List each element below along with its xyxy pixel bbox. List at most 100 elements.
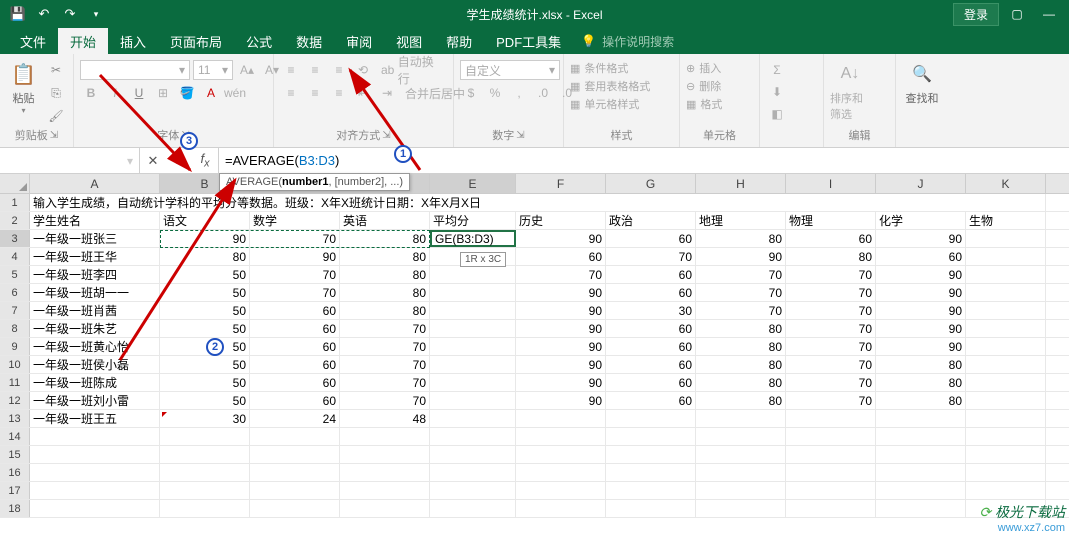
cell[interactable] (966, 338, 1046, 355)
tab-data[interactable]: 数据 (284, 28, 334, 54)
align-launcher-icon[interactable]: ⇲ (382, 130, 390, 141)
cell[interactable]: 60 (250, 356, 340, 373)
find-select-button[interactable]: 🔍 查找和 (902, 60, 942, 106)
cell[interactable] (160, 428, 250, 445)
cell[interactable]: 物理 (786, 212, 876, 229)
cut-icon[interactable]: ✂ (45, 60, 67, 80)
cell[interactable] (430, 266, 516, 283)
cell[interactable] (966, 320, 1046, 337)
enter-formula-icon[interactable]: ✓ (166, 153, 192, 169)
cell[interactable] (696, 482, 786, 499)
select-all-button[interactable] (0, 174, 30, 193)
cell[interactable]: 70 (786, 266, 876, 283)
number-launcher-icon[interactable]: ⇲ (516, 130, 524, 141)
row-header[interactable]: 2 (0, 212, 30, 229)
cell[interactable] (786, 482, 876, 499)
cell[interactable]: 60 (250, 392, 340, 409)
tell-me[interactable]: 💡 操作说明搜索 (581, 28, 674, 54)
row-header[interactable]: 7 (0, 302, 30, 319)
cell[interactable] (430, 320, 516, 337)
cell[interactable]: 60 (516, 248, 606, 265)
cell[interactable]: 70 (786, 338, 876, 355)
cell[interactable]: 英语 (340, 212, 430, 229)
tab-help[interactable]: 帮助 (434, 28, 484, 54)
cell[interactable]: 70 (786, 356, 876, 373)
cell[interactable]: 24 (250, 410, 340, 427)
cell[interactable] (876, 482, 966, 499)
cell[interactable] (966, 230, 1046, 247)
row-header[interactable]: 4 (0, 248, 30, 265)
cell[interactable]: 一年级一班侯小磊 (30, 356, 160, 373)
paste-button[interactable]: 📋 粘贴 ▾ (6, 60, 41, 115)
cell[interactable]: 70 (250, 284, 340, 301)
column-header[interactable]: F (516, 174, 606, 193)
cell[interactable] (966, 464, 1046, 481)
cell[interactable] (786, 500, 876, 517)
cell[interactable] (30, 482, 160, 499)
cell[interactable]: 90 (516, 356, 606, 373)
cell[interactable]: 60 (250, 320, 340, 337)
cell[interactable]: 50 (160, 284, 250, 301)
cell[interactable] (966, 410, 1046, 427)
cell[interactable] (30, 464, 160, 481)
cell[interactable]: 80 (696, 320, 786, 337)
minimize-icon[interactable]: — (1035, 4, 1063, 24)
cell[interactable]: 一年级一班胡一一 (30, 284, 160, 301)
cell[interactable] (606, 410, 696, 427)
cell[interactable]: 60 (606, 374, 696, 391)
cell[interactable]: 80 (340, 302, 430, 319)
row-header[interactable]: 18 (0, 500, 30, 517)
cell[interactable] (30, 428, 160, 445)
cell[interactable]: 30 (160, 410, 250, 427)
cell[interactable]: 70 (340, 338, 430, 355)
cell[interactable] (430, 374, 516, 391)
cell[interactable]: 70 (786, 392, 876, 409)
cell[interactable]: 90 (876, 320, 966, 337)
cell[interactable]: 90 (876, 302, 966, 319)
cell[interactable]: 30 (606, 302, 696, 319)
cell[interactable]: 60 (250, 302, 340, 319)
cell[interactable]: 90 (876, 230, 966, 247)
cell[interactable] (430, 392, 516, 409)
row-header[interactable]: 16 (0, 464, 30, 481)
save-icon[interactable]: 💾 (8, 4, 28, 24)
cell[interactable]: 60 (606, 284, 696, 301)
cancel-formula-icon[interactable]: ✕ (140, 153, 166, 169)
format-painter-icon[interactable]: 🖌 (45, 106, 67, 126)
row-header[interactable]: 1 (0, 194, 30, 211)
cell[interactable]: 50 (160, 266, 250, 283)
cell[interactable]: 地理 (696, 212, 786, 229)
cell[interactable] (250, 500, 340, 517)
cell[interactable]: 一年级一班朱艺 (30, 320, 160, 337)
cell[interactable] (430, 500, 516, 517)
cell[interactable] (606, 446, 696, 463)
cell[interactable]: 48 (340, 410, 430, 427)
cell[interactable]: 70 (250, 230, 340, 247)
cell[interactable]: 80 (696, 374, 786, 391)
row-header[interactable]: 15 (0, 446, 30, 463)
cell[interactable] (966, 482, 1046, 499)
cell[interactable]: 90 (876, 266, 966, 283)
cell[interactable]: 60 (786, 230, 876, 247)
cell[interactable]: 80 (696, 392, 786, 409)
cell[interactable]: 70 (340, 356, 430, 373)
copy-icon[interactable]: ⎘ (45, 83, 67, 103)
cell[interactable]: 70 (786, 374, 876, 391)
cell[interactable]: 生物 (966, 212, 1046, 229)
cell[interactable]: 90 (516, 302, 606, 319)
cell[interactable]: 90 (516, 284, 606, 301)
cell[interactable] (786, 428, 876, 445)
cell[interactable]: 60 (606, 266, 696, 283)
cell[interactable]: 50 (160, 374, 250, 391)
cell[interactable] (966, 284, 1046, 301)
cell[interactable]: 70 (696, 302, 786, 319)
cell[interactable]: 政治 (606, 212, 696, 229)
tab-review[interactable]: 审阅 (334, 28, 384, 54)
column-header[interactable]: J (876, 174, 966, 193)
cell[interactable]: 90 (876, 338, 966, 355)
cell[interactable]: 平均分 (430, 212, 516, 229)
undo-icon[interactable]: ↶ (34, 4, 54, 24)
fx-icon[interactable]: fx (192, 151, 218, 170)
cell[interactable]: 学生姓名 (30, 212, 160, 229)
spreadsheet-grid[interactable]: ABCDEFGHIJK 1输入学生成绩，自动统计学科的平均分等数据。班级：X年X… (0, 174, 1069, 538)
